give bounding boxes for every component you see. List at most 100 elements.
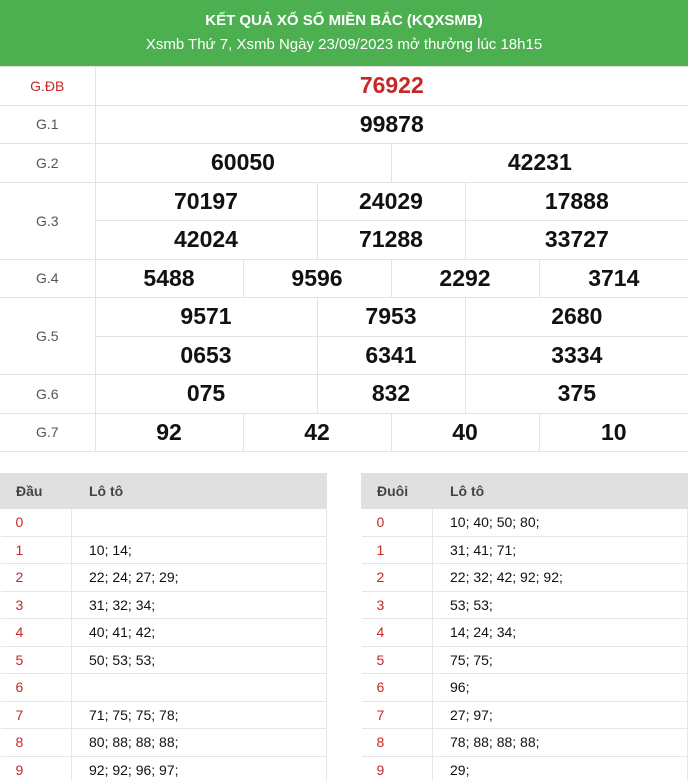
digit-cell: 0 — [361, 508, 433, 537]
prize-number: 17888 — [464, 181, 688, 221]
digit-cell: 6 — [361, 673, 433, 702]
loto-cell — [71, 673, 327, 702]
prize-number: 6341 — [316, 335, 466, 375]
loto-cell: 71; 75; 75; 78; — [71, 701, 327, 729]
prize-number: 3714 — [538, 258, 688, 298]
table-row: 9 29; — [361, 756, 688, 781]
digit-cell: 7 — [361, 701, 433, 729]
digit-cell: 2 — [361, 563, 433, 592]
digit-cell: 9 — [0, 756, 72, 781]
loto-cell: 96; — [432, 673, 688, 702]
table-row: 0 — [0, 508, 327, 537]
prize-number: 0653 — [94, 335, 318, 375]
prize-number: 075 — [94, 374, 318, 414]
table-row: 1 31; 41; 71; — [361, 536, 688, 564]
loto-cell: 22; 24; 27; 29; — [71, 563, 327, 592]
loto-cell: 22; 32; 42; 92; 92; — [432, 563, 688, 592]
table-row: 0 10; 40; 50; 80; — [361, 508, 688, 537]
loto-cell: 75; 75; — [432, 646, 688, 674]
prize-number: 2680 — [464, 297, 688, 337]
loto-cell: 53; 53; — [432, 591, 688, 619]
digit-cell: 3 — [0, 591, 72, 619]
prize-label: G.1 — [0, 104, 96, 144]
prize-label: G.3 — [0, 181, 96, 260]
prize-number: 9596 — [242, 258, 392, 298]
results-header: KẾT QUẢ XỔ SỐ MIỀN BẮC (KQXSMB) Xsmb Thứ… — [0, 0, 688, 66]
digit-cell: 2 — [0, 563, 72, 592]
prize-label: G.ĐB — [0, 66, 96, 106]
digit-cell: 5 — [0, 646, 72, 674]
prize-label: G.2 — [0, 143, 96, 183]
loto-cell: 50; 53; 53; — [71, 646, 327, 674]
prize-number: 375 — [464, 374, 688, 414]
prize-label: G.4 — [0, 258, 96, 298]
page-title: KẾT QUẢ XỔ SỐ MIỀN BẮC (KQXSMB) — [205, 12, 483, 29]
loto-cell: 10; 14; — [71, 536, 327, 564]
prize-number: 9571 — [94, 297, 318, 337]
prize-row-g1: G.1 99878 — [0, 104, 688, 144]
prize-label: G.6 — [0, 374, 96, 414]
loto-cell: 31; 41; 71; — [432, 536, 688, 564]
digit-cell: 4 — [361, 618, 433, 647]
loto-cell: 14; 24; 34; — [432, 618, 688, 647]
prize-number: 99878 — [94, 104, 688, 144]
prize-number: 3334 — [464, 335, 688, 375]
digit-cell: 4 — [0, 618, 72, 647]
table-row: 5 50; 53; 53; — [0, 646, 327, 674]
prize-number: 832 — [316, 374, 466, 414]
prize-number: 7953 — [316, 297, 466, 337]
column-header-duoi: Đuôi — [361, 473, 433, 509]
table-row: 7 71; 75; 75; 78; — [0, 701, 327, 729]
prize-number: 70197 — [94, 181, 318, 221]
prize-number: 71288 — [316, 220, 466, 260]
prize-number: 92 — [94, 412, 244, 452]
table-row: 3 31; 32; 34; — [0, 591, 327, 619]
digit-cell: 7 — [0, 701, 72, 729]
loto-cell: 80; 88; 88; 88; — [71, 728, 327, 757]
digit-cell: 6 — [0, 673, 72, 702]
loto-cell: 10; 40; 50; 80; — [432, 508, 688, 537]
loto-cell: 27; 97; — [432, 701, 688, 729]
results-table: G.ĐB 76922 G.1 99878 G.2 60050 42231 G.3… — [0, 66, 688, 452]
digit-cell: 0 — [0, 508, 72, 537]
table-row: 2 22; 32; 42; 92; 92; — [361, 563, 688, 592]
prize-number: 2292 — [390, 258, 540, 298]
loto-cell: 40; 41; 42; — [71, 618, 327, 647]
loto-cell: 29; — [432, 756, 688, 781]
table-row: 4 14; 24; 34; — [361, 618, 688, 647]
digit-cell: 9 — [361, 756, 433, 781]
prize-number-special: 76922 — [94, 66, 688, 106]
table-row: 6 — [0, 673, 327, 702]
prize-row-g3-2: 42024 71288 33727 — [0, 220, 688, 260]
digit-cell: 8 — [361, 728, 433, 757]
table-row: 4 40; 41; 42; — [0, 618, 327, 647]
prize-number: 40 — [390, 412, 540, 452]
column-header-loto: Lô tô — [432, 473, 688, 509]
loto-cell: 92; 92; 96; 97; — [71, 756, 327, 781]
column-header-dau: Đầu — [0, 473, 72, 509]
digit-cell: 1 — [0, 536, 72, 564]
prize-row-g5-2: 0653 6341 3334 — [0, 335, 688, 375]
loto-cell: 78; 88; 88; 88; — [432, 728, 688, 757]
loto-cell — [71, 508, 327, 537]
table-row: 7 27; 97; — [361, 701, 688, 729]
prize-number: 42 — [242, 412, 392, 452]
prize-row-g5: G.5 9571 7953 2680 — [0, 297, 688, 375]
column-header-loto: Lô tô — [71, 473, 327, 509]
prize-number: 5488 — [94, 258, 244, 298]
digit-cell: 3 — [361, 591, 433, 619]
prize-label: G.7 — [0, 412, 96, 452]
prize-label: G.5 — [0, 297, 96, 375]
loto-cell: 31; 32; 34; — [71, 591, 327, 619]
prize-number: 60050 — [94, 143, 392, 183]
prize-row-g3: G.3 70197 24029 17888 — [0, 181, 688, 260]
prize-row-g7: G.7 92 42 40 10 — [0, 412, 688, 452]
prize-number: 10 — [538, 412, 688, 452]
prize-row-g4: G.4 5488 9596 2292 3714 — [0, 258, 688, 298]
table-row: 8 80; 88; 88; 88; — [0, 728, 327, 757]
table-row: 3 53; 53; — [361, 591, 688, 619]
table-row: 1 10; 14; — [0, 536, 327, 564]
table-row: 8 78; 88; 88; 88; — [361, 728, 688, 757]
digit-cell: 1 — [361, 536, 433, 564]
prize-number: 42024 — [94, 220, 318, 260]
